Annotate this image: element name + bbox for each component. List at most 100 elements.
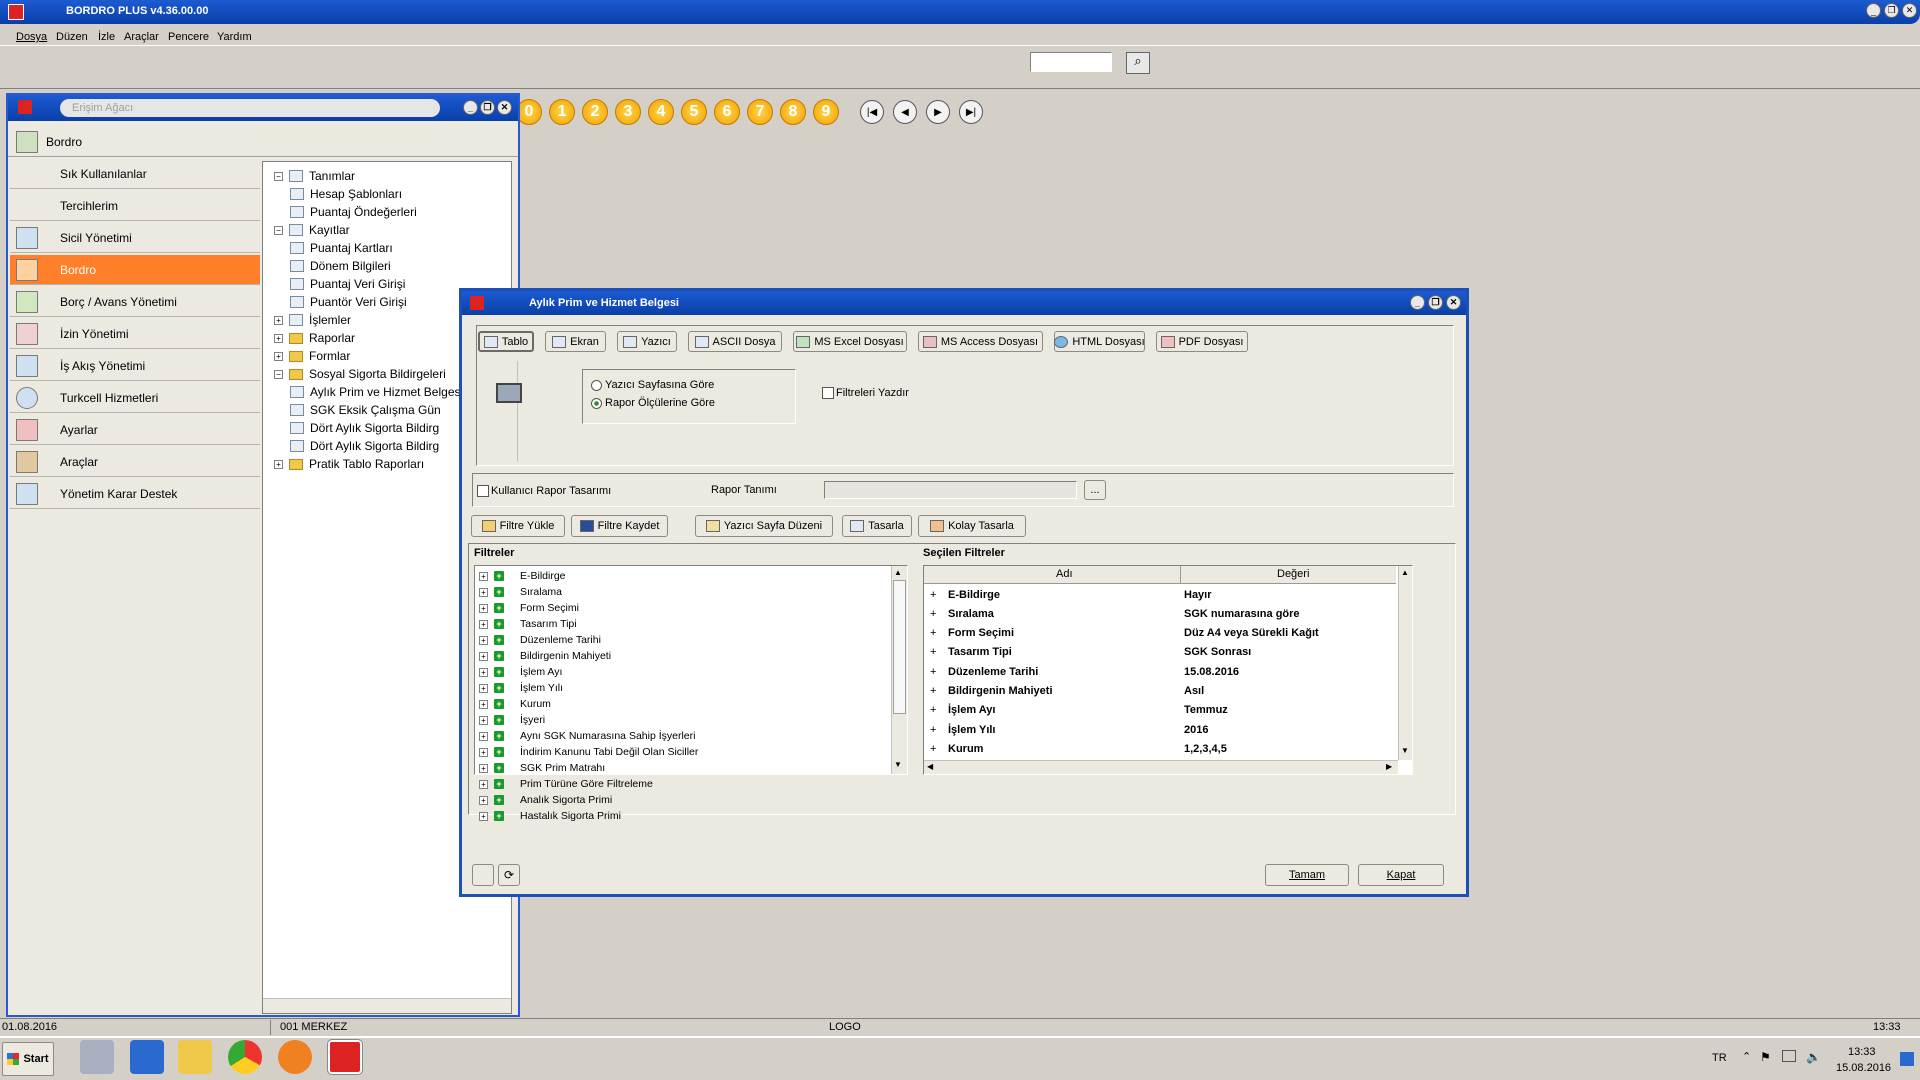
tree-expander[interactable]: +: [274, 459, 283, 469]
tree-item[interactable]: Dört Aylık Sigorta Bildirg: [290, 437, 439, 455]
tray-date[interactable]: 15.08.2016: [1836, 1062, 1891, 1074]
shortcut-7[interactable]: 7: [747, 99, 773, 125]
report-def-input[interactable]: [824, 481, 1077, 499]
filters-scroll-up[interactable]: ▲: [894, 568, 902, 577]
add-filter-icon[interactable]: +: [494, 571, 504, 581]
output-html-button[interactable]: HTML Dosyası: [1054, 331, 1145, 352]
output-screen-button[interactable]: Ekran: [545, 331, 606, 352]
filter-item[interactable]: + + E-Bildirge: [479, 568, 566, 584]
radio-printer-page[interactable]: Yazıcı Sayfasına Göre: [591, 379, 714, 391]
sidebar-item-turkcell[interactable]: Turkcell Hizmetleri: [10, 383, 260, 413]
add-filter-icon[interactable]: +: [494, 683, 504, 693]
add-filter-icon[interactable]: +: [494, 619, 504, 629]
add-filter-icon[interactable]: +: [494, 779, 504, 789]
filter-item[interactable]: + + İşlem Yılı: [479, 680, 563, 696]
design-button[interactable]: Tasarla: [842, 515, 912, 537]
filter-item[interactable]: + + Hastalık Sigorta Primi: [479, 808, 621, 824]
access-tree-search[interactable]: Erişim Ağacı: [60, 99, 440, 117]
tree-item[interactable]: Dört Aylık Sigorta Bildirg: [290, 419, 439, 437]
selected-filter-row[interactable]: + Bildirgenin Mahiyeti Asıl: [924, 682, 1396, 701]
network-tray-icon[interactable]: [1782, 1050, 1796, 1062]
shortcut-1[interactable]: 1: [549, 99, 575, 125]
close-button[interactable]: Kapat: [1358, 864, 1444, 886]
filter-expander[interactable]: +: [479, 651, 488, 661]
tree-item[interactable]: − Sosyal Sigorta Bildirgeleri: [274, 365, 446, 383]
add-filter-icon[interactable]: +: [494, 635, 504, 645]
selected-filter-row[interactable]: + Kurum 1,2,3,4,5: [924, 739, 1396, 758]
filter-expander[interactable]: +: [479, 747, 488, 757]
app-close-button[interactable]: ✕: [1902, 3, 1917, 18]
selected-filter-row[interactable]: + E-Bildirge Hayır: [924, 585, 1396, 604]
add-filter-icon[interactable]: +: [494, 603, 504, 613]
tree-item[interactable]: Puantaj Öndeğerleri: [290, 203, 417, 221]
page-setup-button[interactable]: Yazıcı Sayfa Düzeni: [695, 515, 833, 537]
report-def-browse-button[interactable]: ...: [1084, 480, 1106, 500]
first-record-icon[interactable]: |◀: [860, 100, 884, 124]
add-filter-icon[interactable]: +: [494, 763, 504, 773]
save-filter-button[interactable]: Filtre Kaydet: [571, 515, 668, 537]
tree-expander[interactable]: +: [274, 315, 283, 325]
filter-item[interactable]: + + Düzenleme Tarihi: [479, 632, 601, 648]
sidebar-item-settings[interactable]: Ayarlar: [10, 415, 260, 445]
taskbar-bordro-icon[interactable]: [327, 1039, 363, 1075]
quick-search-input[interactable]: [1030, 52, 1112, 72]
radio-report-size[interactable]: Rapor Ölçülerine Göre: [591, 397, 715, 409]
row-expand-icon[interactable]: +: [930, 666, 936, 678]
add-filter-icon[interactable]: +: [494, 651, 504, 661]
add-filter-icon[interactable]: +: [494, 795, 504, 805]
add-filter-icon[interactable]: +: [494, 811, 504, 821]
shortcut-6[interactable]: 6: [714, 99, 740, 125]
sidebar-item-registry[interactable]: Sicil Yönetimi: [10, 223, 260, 253]
tree-expander[interactable]: +: [274, 351, 283, 361]
grid-scroll-h[interactable]: ◀ ▶: [924, 760, 1398, 774]
filter-item[interactable]: + + Prim Türüne Göre Filtreleme: [479, 776, 653, 792]
row-expand-icon[interactable]: +: [930, 589, 936, 601]
output-access-button[interactable]: MS Access Dosyası: [918, 331, 1043, 352]
filter-expander[interactable]: +: [479, 603, 488, 613]
selected-filters-grid[interactable]: Adı Değeri + E-Bildirge Hayır + Sıralama SGK …: [923, 565, 1413, 775]
output-table-button[interactable]: Tablo: [478, 331, 534, 352]
tree-item[interactable]: Aylık Prim ve Hizmet Belgesi: [290, 383, 463, 401]
menu-view[interactable]: İzle: [98, 31, 115, 43]
sidebar-item-decision-support[interactable]: Yönetim Karar Destek: [10, 479, 260, 509]
row-expand-icon[interactable]: +: [930, 646, 936, 658]
tray-time[interactable]: 13:33: [1848, 1046, 1876, 1058]
filter-expander[interactable]: +: [479, 683, 488, 693]
selected-filter-row[interactable]: + Düzenleme Tarihi 15.08.2016: [924, 662, 1396, 681]
radio-report-size-control[interactable]: [591, 397, 602, 409]
filters-scrollbar[interactable]: ▲ ▼: [891, 566, 907, 774]
filter-expander[interactable]: +: [479, 731, 488, 741]
panel-minimize-button[interactable]: _: [463, 100, 478, 115]
previous-record-icon[interactable]: ◀: [893, 100, 917, 124]
sidebar-item-leave[interactable]: İzin Yönetimi: [10, 319, 260, 349]
shortcut-5[interactable]: 5: [681, 99, 707, 125]
add-filter-icon[interactable]: +: [494, 587, 504, 597]
filter-item[interactable]: + + İşlem Ayı: [479, 664, 562, 680]
filter-item[interactable]: + + İndirim Kanunu Tabi Değil Olan Sicille…: [479, 744, 698, 760]
filter-expander[interactable]: +: [479, 619, 488, 629]
filters-scroll-thumb[interactable]: [893, 580, 906, 714]
row-expand-icon[interactable]: +: [930, 724, 936, 736]
shortcut-9[interactable]: 9: [813, 99, 839, 125]
tree-item[interactable]: Puantör Veri Girişi: [290, 293, 407, 311]
shortcut-2[interactable]: 2: [582, 99, 608, 125]
filter-expander[interactable]: +: [479, 635, 488, 645]
filter-item[interactable]: + + Kurum: [479, 696, 551, 712]
sidebar-item-tools[interactable]: Araçlar: [10, 447, 260, 477]
filter-item[interactable]: + + Bildirgenin Mahiyeti: [479, 648, 611, 664]
output-printer-button[interactable]: Yazıcı: [617, 331, 677, 352]
output-excel-button[interactable]: MS Excel Dosyası: [793, 331, 907, 352]
taskbar-app-icon-1[interactable]: [80, 1040, 114, 1074]
filter-expander[interactable]: +: [479, 571, 488, 581]
filter-expander[interactable]: +: [479, 667, 488, 677]
add-filter-icon[interactable]: +: [494, 715, 504, 725]
row-expand-icon[interactable]: +: [930, 627, 936, 639]
filter-expander[interactable]: +: [479, 699, 488, 709]
selected-filter-row[interactable]: + Tasarım Tipi SGK Sonrası: [924, 643, 1396, 662]
row-expand-icon[interactable]: +: [930, 704, 936, 716]
sidebar-item-payroll[interactable]: Bordro: [10, 255, 260, 285]
filter-expander[interactable]: +: [479, 587, 488, 597]
selected-filter-row[interactable]: + Sıralama SGK numarasına göre: [924, 604, 1396, 623]
filter-expander[interactable]: +: [479, 795, 488, 805]
menu-tools[interactable]: Araçlar: [124, 31, 159, 43]
